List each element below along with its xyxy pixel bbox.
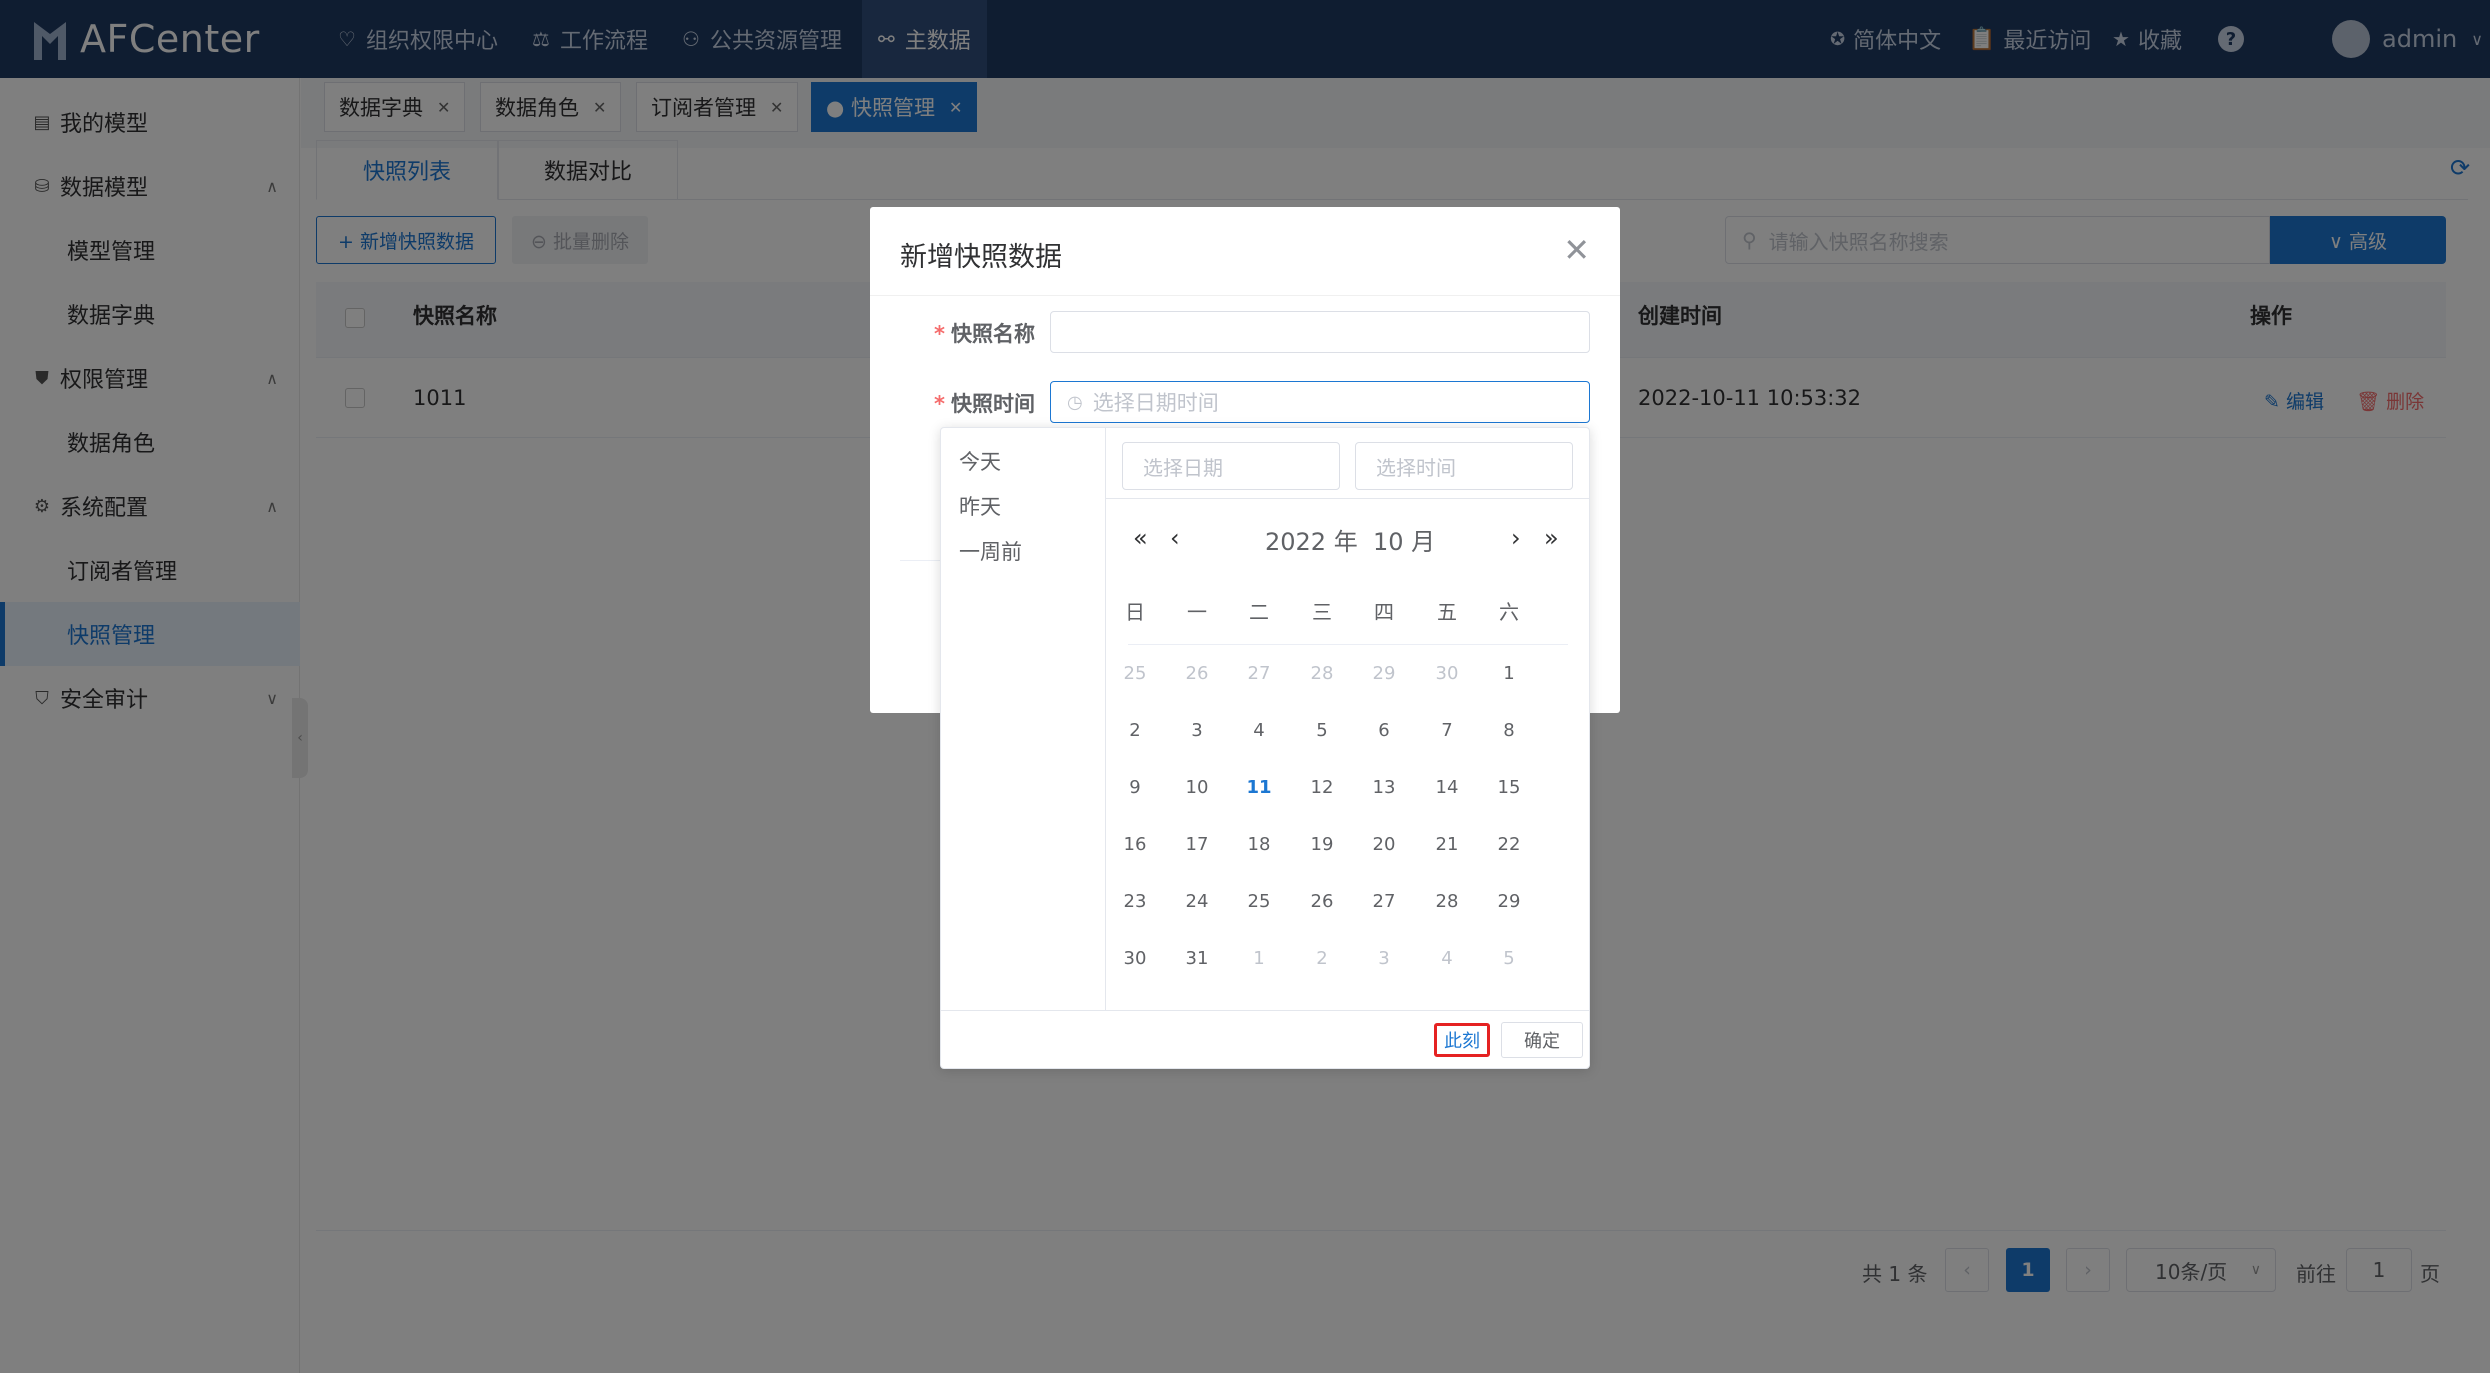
calendar-day[interactable]: 16 [1110, 824, 1160, 864]
calendar-day[interactable]: 26 [1297, 881, 1347, 921]
calendar-day[interactable]: 29 [1484, 881, 1534, 921]
calendar-day[interactable]: 23 [1110, 881, 1160, 921]
calendar-day[interactable]: 9 [1110, 767, 1160, 807]
calendar-day[interactable]: 2 [1110, 710, 1160, 750]
weekday-label: 二 [1249, 600, 1269, 624]
calendar-day[interactable]: 11 [1234, 767, 1284, 807]
calendar-day[interactable]: 18 [1234, 824, 1284, 864]
calendar-header-month[interactable]: 2022 年 10 月 [1265, 522, 1435, 557]
weekday-label: 三 [1312, 600, 1332, 624]
snapshot-name-label: * 快照名称 [934, 318, 1035, 348]
time-placeholder: 选择日期时间 [1092, 391, 1219, 415]
calendar-day[interactable]: 19 [1297, 824, 1347, 864]
calendar-day[interactable]: 24 [1172, 881, 1222, 921]
weekday-label: 日 [1125, 600, 1145, 624]
snapshot-name-input[interactable] [1050, 311, 1590, 353]
shortcuts-divider [1105, 428, 1106, 1010]
picker-footer-divider [941, 1010, 1589, 1011]
required-mark: * [934, 392, 945, 416]
calendar-day[interactable]: 5 [1484, 938, 1534, 978]
picker-input-divider [1106, 498, 1590, 499]
weekday-label: 一 [1187, 600, 1207, 624]
calendar-day[interactable]: 3 [1172, 710, 1222, 750]
shortcut-yesterday[interactable]: 昨天 [959, 491, 1001, 521]
calendar-day[interactable]: 26 [1172, 653, 1222, 693]
calendar-day[interactable]: 6 [1359, 710, 1409, 750]
calendar-day[interactable]: 27 [1234, 653, 1284, 693]
calendar-day[interactable]: 1 [1234, 938, 1284, 978]
calendar-day[interactable]: 2 [1297, 938, 1347, 978]
snapshot-time-label: * 快照时间 [934, 388, 1035, 418]
dialog-title: 新增快照数据 [900, 242, 1062, 273]
datetime-picker-popup: 今天 昨天 一周前 选择日期 选择时间 « ‹ 2022 年 10 月 › » … [940, 427, 1590, 1069]
close-icon[interactable]: ✕ [1563, 231, 1590, 269]
calendar-day[interactable]: 28 [1422, 881, 1472, 921]
weekday-label: 六 [1499, 600, 1519, 624]
shortcut-week-ago[interactable]: 一周前 [959, 536, 1022, 566]
calendar-day[interactable]: 14 [1422, 767, 1472, 807]
calendar-day[interactable]: 27 [1359, 881, 1409, 921]
calendar-day[interactable]: 29 [1359, 653, 1409, 693]
calendar-day[interactable]: 4 [1234, 710, 1284, 750]
calendar-day[interactable]: 22 [1484, 824, 1534, 864]
calendar-day[interactable]: 3 [1359, 938, 1409, 978]
calendar-day[interactable]: 28 [1297, 653, 1347, 693]
calendar-day[interactable]: 13 [1359, 767, 1409, 807]
next-month-icon[interactable]: › [1511, 524, 1521, 552]
label-text: 快照时间 [950, 392, 1035, 416]
picker-time-input[interactable]: 选择时间 [1355, 442, 1573, 490]
calendar-day[interactable]: 1 [1484, 653, 1534, 693]
weekday-divider [1128, 644, 1568, 645]
calendar-day[interactable]: 5 [1297, 710, 1347, 750]
calendar-day[interactable]: 4 [1422, 938, 1472, 978]
calendar-day[interactable]: 21 [1422, 824, 1472, 864]
calendar-day[interactable]: 30 [1110, 938, 1160, 978]
calendar-day[interactable]: 8 [1484, 710, 1534, 750]
next-year-icon[interactable]: » [1544, 524, 1559, 552]
prev-month-icon[interactable]: ‹ [1170, 524, 1180, 552]
weekday-label: 五 [1437, 600, 1457, 624]
calendar-day[interactable]: 25 [1110, 653, 1160, 693]
calendar-day[interactable]: 20 [1359, 824, 1409, 864]
prev-year-icon[interactable]: « [1133, 524, 1148, 552]
calendar-day[interactable]: 15 [1484, 767, 1534, 807]
calendar-day[interactable]: 30 [1422, 653, 1472, 693]
calendar-day[interactable]: 7 [1422, 710, 1472, 750]
calendar-day[interactable]: 12 [1297, 767, 1347, 807]
now-button[interactable]: 此刻 [1434, 1023, 1490, 1057]
shortcut-today[interactable]: 今天 [959, 446, 1001, 476]
calendar-day[interactable]: 25 [1234, 881, 1284, 921]
weekday-label: 四 [1374, 600, 1394, 624]
calendar-day[interactable]: 10 [1172, 767, 1222, 807]
required-mark: * [934, 322, 945, 346]
calendar-day[interactable]: 31 [1172, 938, 1222, 978]
dialog-header-divider [870, 295, 1620, 296]
picker-date-input[interactable]: 选择日期 [1122, 442, 1340, 490]
calendar-day[interactable]: 17 [1172, 824, 1222, 864]
clock-icon: ◷ [1067, 391, 1083, 413]
confirm-button[interactable]: 确定 [1501, 1022, 1583, 1058]
snapshot-time-input[interactable]: ◷ 选择日期时间 [1050, 381, 1590, 423]
label-text: 快照名称 [950, 322, 1035, 346]
